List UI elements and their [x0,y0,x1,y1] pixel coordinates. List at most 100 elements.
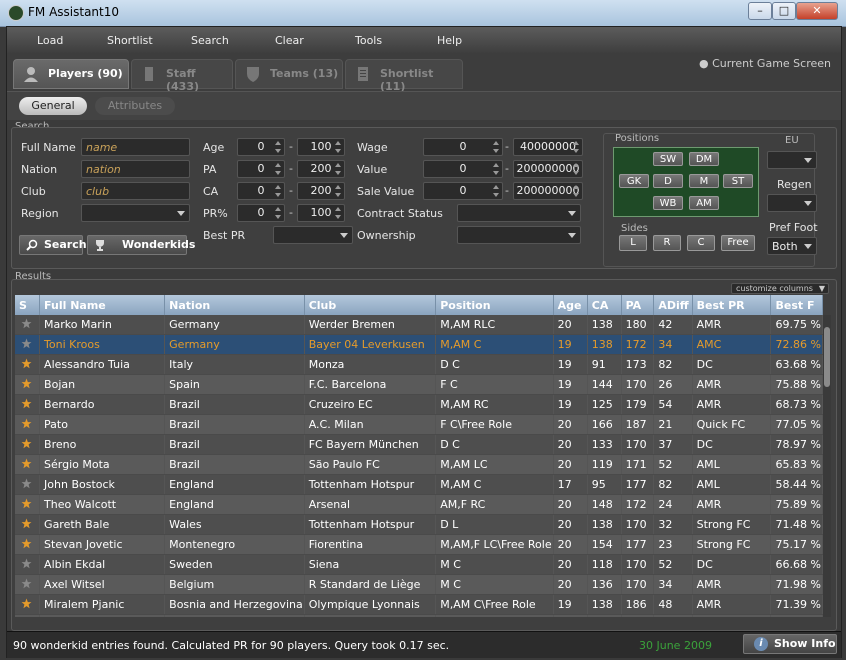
pref-foot-dropdown[interactable]: Both [767,237,817,255]
spin-arrows-icon[interactable] [573,140,581,154]
tab-staff[interactable]: Staff (433) [131,59,233,93]
star-icon[interactable] [15,574,41,595]
current-game-screen-link[interactable]: ● Current Game Screen [699,57,831,70]
table-row[interactable]: Breno Brazil FC Bayern München D C 20 133 170 3… [15,434,823,455]
star-icon[interactable] [15,454,41,475]
menu-shortlist[interactable]: Shortlist [107,34,153,47]
spin-arrows-icon[interactable] [275,162,283,176]
search-button[interactable]: Search [19,235,87,255]
column-header[interactable]: Best PR [692,295,772,315]
table-row[interactable]: Sérgio Mota Brazil São Paulo FC M,AM LC 20 11… [15,454,823,475]
column-header[interactable]: Position [435,295,554,315]
star-icon[interactable] [15,594,41,615]
star-icon[interactable] [15,534,41,555]
star-icon[interactable] [15,434,41,455]
tab-teams[interactable]: Teams (13) [235,59,343,89]
menu-clear[interactable]: Clear [275,34,304,47]
subtab-attributes[interactable]: Attributes [95,97,175,115]
star-icon[interactable] [15,494,41,515]
menu-load[interactable]: Load [37,34,63,47]
subtab-general[interactable]: General [19,97,87,115]
column-header[interactable]: CA [587,295,622,315]
menu-search[interactable]: Search [191,34,229,47]
table-row[interactable]: Gareth Bale Wales Tottenham Hotspur D L 20 13… [15,514,823,535]
position-gk[interactable]: GK [619,174,649,188]
close-button[interactable]: ✕ [796,2,838,20]
spin-arrows-icon[interactable] [493,140,501,154]
column-header[interactable]: Full Name [39,295,166,315]
table-row[interactable]: John Bostock England Tottenham Hotspur M,AM… [15,474,823,495]
star-icon[interactable] [15,554,41,575]
contract-status-dropdown[interactable] [457,204,581,222]
spin-arrows-icon[interactable] [335,184,343,198]
position-m[interactable]: M [689,174,719,188]
tab-players[interactable]: Players (90) [13,59,129,89]
side-c[interactable]: C [687,235,715,251]
star-icon[interactable] [15,354,41,375]
ca-max-input[interactable]: 200 [297,182,345,200]
star-icon[interactable] [15,315,41,335]
ownership-dropdown[interactable] [457,226,581,244]
pa-max-input[interactable]: 200 [297,160,345,178]
column-header[interactable]: S [15,295,41,315]
table-row[interactable]: Marko Marin Germany Werder Bremen M,AM RLC 2… [15,315,823,335]
column-header[interactable]: PA [621,295,655,315]
position-st[interactable]: ST [723,174,753,188]
column-header[interactable]: Age [553,295,588,315]
spin-arrows-icon[interactable] [335,140,343,154]
wage-min-input[interactable]: 0 [423,138,503,156]
table-row[interactable]: Alessandro Tuia Italy Monza D C 19 91 173 82 DC 6… [15,354,823,375]
star-icon[interactable] [15,394,41,415]
sale-value-min-input[interactable]: 0 [423,182,503,200]
spin-arrows-icon[interactable] [493,162,501,176]
column-header[interactable]: Club [304,295,437,315]
table-row[interactable]: Bojan Spain F.C. Barcelona F C 19 144 170 26 AMR… [15,374,823,395]
position-dm[interactable]: DM [689,152,719,166]
table-row[interactable]: Miralem Pjanic Bosnia and Herzegovina Olym… [15,594,823,615]
spin-arrows-icon[interactable] [275,184,283,198]
pa-min-input[interactable]: 0 [237,160,285,178]
age-max-input[interactable]: 100 [297,138,345,156]
spin-arrows-icon[interactable] [573,162,581,176]
position-wb[interactable]: WB [653,196,683,210]
wage-max-input[interactable]: 40000000 [513,138,583,156]
tab-shortlist[interactable]: Shortlist (11) [345,59,463,93]
wonderkids-button[interactable]: Wonderkids [87,235,195,255]
side-r[interactable]: R [653,235,681,251]
side-free[interactable]: Free [721,235,755,251]
side-l[interactable]: L [619,235,647,251]
sale-value-max-input[interactable]: 200000000 [513,182,583,200]
spin-arrows-icon[interactable] [573,184,581,198]
table-row[interactable]: Vincent AcapandiéFranceAJ AuxerreF C1980… [15,614,823,617]
position-am[interactable]: AM [689,196,719,210]
spin-arrows-icon[interactable] [493,184,501,198]
table-row[interactable]: Bernardo Brazil Cruzeiro EC M,AM RC 19 125 179… [15,394,823,415]
prpct-min-input[interactable]: 0 [237,204,285,222]
customize-columns-button[interactable]: customize columns ▼ [731,283,829,294]
scrollbar-thumb[interactable] [824,327,830,387]
prpct-max-input[interactable]: 100 [297,204,345,222]
star-icon[interactable] [15,334,41,355]
menu-help[interactable]: Help [437,34,462,47]
star-icon[interactable] [15,514,41,535]
value-max-input[interactable]: 200000000 [513,160,583,178]
position-d[interactable]: D [653,174,683,188]
nation-input[interactable]: nation [81,160,190,178]
table-row[interactable]: Pato Brazil A.C. Milan F C\Free Role 20 166 18… [15,414,823,435]
value-min-input[interactable]: 0 [423,160,503,178]
eu-dropdown[interactable] [767,151,817,169]
spin-arrows-icon[interactable] [275,140,283,154]
club-input[interactable]: club [81,182,190,200]
column-header[interactable]: Best F [770,295,823,315]
show-info-button[interactable]: i Show Info [743,634,837,654]
spin-arrows-icon[interactable] [335,206,343,220]
regen-dropdown[interactable] [767,194,817,212]
star-icon[interactable] [15,614,41,617]
region-dropdown[interactable] [81,204,190,222]
column-header[interactable]: ADiff [653,295,693,315]
star-icon[interactable] [15,374,41,395]
menu-tools[interactable]: Tools [355,34,382,47]
spin-arrows-icon[interactable] [275,206,283,220]
table-row[interactable]: Stevan Jovetic Montenegro Fiorentina M,AM,F… [15,534,823,555]
table-row[interactable]: Theo Walcott England Arsenal AM,F RC 20 148 17… [15,494,823,515]
